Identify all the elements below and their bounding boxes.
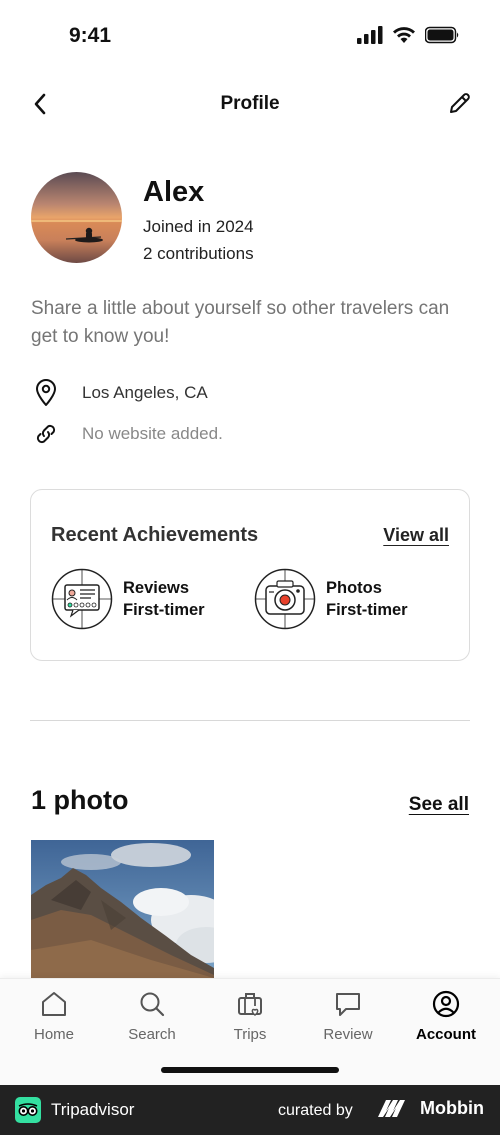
nav-search-label: Search	[128, 1026, 176, 1043]
website-text: No website added.	[82, 424, 223, 443]
page-title: Profile	[220, 93, 280, 114]
photos-see-all-link[interactable]: See all	[409, 794, 469, 816]
curated-by-text: curated by	[278, 1102, 353, 1119]
avatar[interactable]	[31, 172, 122, 263]
pencil-icon	[450, 93, 470, 113]
nav-home[interactable]: Home	[4, 989, 104, 1043]
status-bar: 9:41	[0, 0, 500, 72]
battery-icon	[425, 26, 459, 44]
location-row: Los Angeles, CA	[31, 378, 208, 408]
nav-review[interactable]: Review	[298, 989, 398, 1043]
profile-joined-date: Joined in 2024	[143, 217, 254, 236]
nav-review-label: Review	[323, 1026, 373, 1043]
achievement-reviews-title: Reviews	[123, 579, 190, 597]
photos-section-title: 1 photo	[31, 785, 129, 815]
achievement-reviews-subtitle: First-timer	[123, 601, 205, 619]
account-icon	[431, 989, 461, 1019]
home-indicator	[161, 1067, 339, 1073]
footer-bar: Tripadvisor curated by Mobbin	[0, 1085, 500, 1135]
website-row: No website added.	[31, 419, 223, 449]
profile-name: Alex	[143, 176, 205, 208]
tripadvisor-logo-icon	[15, 1097, 41, 1123]
photo-thumbnail[interactable]	[31, 840, 214, 980]
edit-profile-button[interactable]	[446, 89, 474, 117]
achievement-photos-subtitle: First-timer	[326, 601, 408, 619]
nav-account-label: Account	[416, 1026, 476, 1043]
page-header: Profile	[0, 80, 500, 130]
achievement-photos[interactable]: Photos First-timer	[254, 568, 408, 630]
photos-badge-icon	[254, 568, 316, 630]
mountain-photo	[31, 840, 214, 980]
tripadvisor-brand-text: Tripadvisor	[51, 1100, 135, 1119]
bio-placeholder[interactable]: Share a little about yourself so other t…	[31, 295, 471, 351]
link-icon	[31, 419, 61, 449]
nav-home-label: Home	[33, 1026, 74, 1043]
achievements-card: Recent Achievements View all Reviews Fir…	[30, 489, 470, 661]
signal-icon	[357, 26, 383, 44]
map-pin-icon	[31, 378, 61, 408]
achievement-photos-title: Photos	[326, 579, 382, 597]
mobbin-logo-icon	[378, 1100, 405, 1117]
avatar-image	[31, 172, 122, 263]
status-time: 9:41	[69, 24, 112, 47]
nav-trips[interactable]: Trips	[200, 989, 300, 1043]
mobbin-brand: Mobbin	[376, 1097, 484, 1119]
nav-search[interactable]: Search	[102, 989, 202, 1043]
profile-contributions[interactable]: 2 contributions	[143, 244, 254, 264]
achievements-title: Recent Achievements	[51, 524, 259, 546]
section-divider	[30, 720, 470, 721]
search-icon	[137, 989, 167, 1019]
nav-account[interactable]: Account	[396, 989, 496, 1043]
nav-trips-label: Trips	[233, 1026, 267, 1043]
reviews-badge-icon	[51, 568, 113, 630]
achievements-view-all-link[interactable]: View all	[383, 525, 449, 546]
wifi-icon	[393, 27, 415, 43]
location-text: Los Angeles, CA	[82, 383, 208, 402]
home-icon	[39, 989, 69, 1019]
review-icon	[333, 989, 363, 1019]
tripadvisor-brand: Tripadvisor	[15, 1097, 134, 1123]
trips-icon	[235, 989, 265, 1019]
achievement-reviews[interactable]: Reviews First-timer	[51, 568, 205, 630]
mobbin-brand-text: Mobbin	[420, 1097, 484, 1118]
status-icons	[357, 26, 460, 44]
